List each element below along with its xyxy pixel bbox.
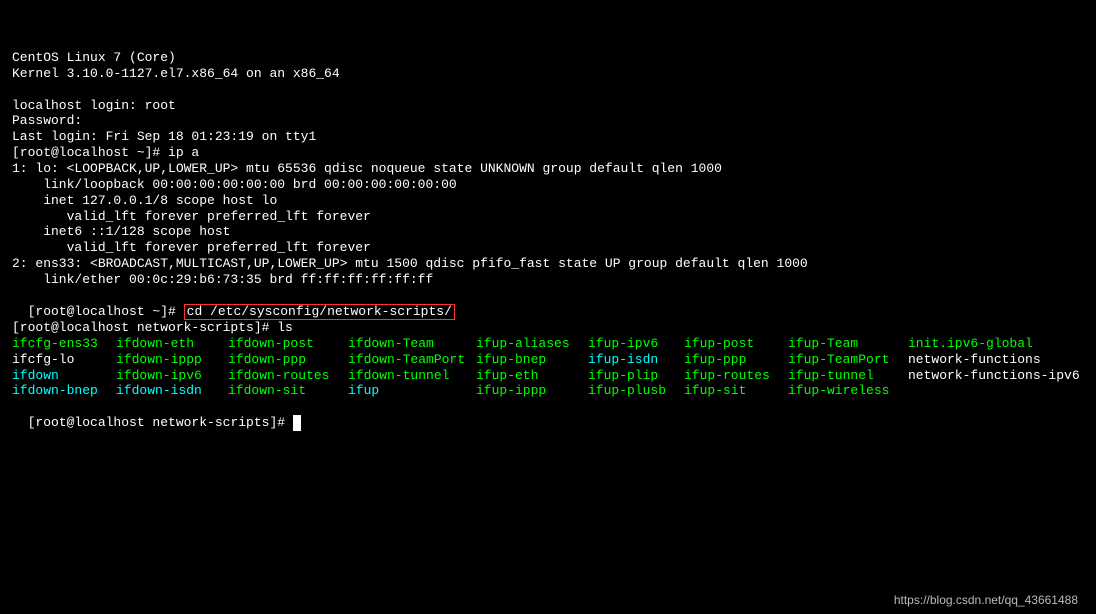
ipa-output: inet6 ::1/128 scope host <box>12 224 1084 240</box>
cursor-icon: _ <box>293 415 301 431</box>
file-entry: ifdown <box>12 368 116 384</box>
command-ls: [root@localhost network-scripts]# ls <box>12 320 1084 336</box>
ls-output: ifcfg-ens33 ifdown-eth ifdown-post ifdow… <box>12 336 1084 399</box>
file-entry: ifdown-eth <box>116 336 228 352</box>
login-prompt: localhost login: root <box>12 98 1084 114</box>
command-ip-a: [root@localhost ~]# ip a <box>12 145 1084 161</box>
watermark-text: https://blog.csdn.net/qq_43661488 <box>894 593 1078 608</box>
ipa-output: link/loopback 00:00:00:00:00:00 brd 00:0… <box>12 177 1084 193</box>
file-entry: ifup-wireless <box>788 383 908 399</box>
file-entry: ifcfg-ens33 <box>12 336 116 352</box>
file-entry: ifup-tunnel <box>788 368 908 384</box>
ipa-output: 2: ens33: <BROADCAST,MULTICAST,UP,LOWER_… <box>12 256 1084 272</box>
blank-line <box>12 82 1084 98</box>
ipa-output: valid_lft forever preferred_lft forever <box>12 209 1084 225</box>
file-entry: ifup-plip <box>588 368 684 384</box>
file-entry: ifup-TeamPort <box>788 352 908 368</box>
file-entry: ifup-ipv6 <box>588 336 684 352</box>
last-login: Last login: Fri Sep 18 01:23:19 on tty1 <box>12 129 1084 145</box>
file-entry: ifup-eth <box>476 368 588 384</box>
prompt-text: [root@localhost ~]# <box>28 304 184 319</box>
file-entry: ifdown-ipv6 <box>116 368 228 384</box>
file-entry: ifdown-post <box>228 336 348 352</box>
file-entry: ifdown-isdn <box>116 383 228 399</box>
file-entry: ifdown-tunnel <box>348 368 476 384</box>
file-entry: ifup-aliases <box>476 336 588 352</box>
ipa-output: link/ether 00:0c:29:b6:73:35 brd ff:ff:f… <box>12 272 1084 288</box>
file-entry: ifdown-ippp <box>116 352 228 368</box>
file-entry: ifcfg-lo <box>12 352 116 368</box>
file-entry: ifup-bnep <box>476 352 588 368</box>
ipa-output: inet 127.0.0.1/8 scope host lo <box>12 193 1084 209</box>
active-prompt[interactable]: [root@localhost network-scripts]# _ <box>12 399 1084 431</box>
file-entry: ifup-plusb <box>588 383 684 399</box>
file-entry <box>908 383 1088 399</box>
file-entry: ifup-Team <box>788 336 908 352</box>
prompt-text: [root@localhost network-scripts]# <box>28 415 293 430</box>
file-entry: ifup-ippp <box>476 383 588 399</box>
file-entry: ifup <box>348 383 476 399</box>
file-entry: ifdown-bnep <box>12 383 116 399</box>
ipa-output: 1: lo: <LOOPBACK,UP,LOWER_UP> mtu 65536 … <box>12 161 1084 177</box>
file-entry: ifdown-TeamPort <box>348 352 476 368</box>
os-banner: CentOS Linux 7 (Core) <box>12 50 1084 66</box>
file-entry: ifup-post <box>684 336 788 352</box>
password-prompt: Password: <box>12 113 1084 129</box>
file-entry: ifup-ppp <box>684 352 788 368</box>
file-entry: ifdown-sit <box>228 383 348 399</box>
highlighted-command: cd /etc/sysconfig/network-scripts/ <box>184 304 455 320</box>
command-cd: [root@localhost ~]# cd /etc/sysconfig/ne… <box>12 288 1084 320</box>
file-entry: ifup-routes <box>684 368 788 384</box>
file-entry: init.ipv6-global <box>908 336 1088 352</box>
file-entry: ifup-sit <box>684 383 788 399</box>
file-entry: ifdown-Team <box>348 336 476 352</box>
kernel-banner: Kernel 3.10.0-1127.el7.x86_64 on an x86_… <box>12 66 1084 82</box>
file-entry: network-functions-ipv6 <box>908 368 1088 384</box>
ipa-output: valid_lft forever preferred_lft forever <box>12 240 1084 256</box>
file-entry: ifdown-ppp <box>228 352 348 368</box>
file-entry: ifup-isdn <box>588 352 684 368</box>
file-entry: network-functions <box>908 352 1088 368</box>
file-entry: ifdown-routes <box>228 368 348 384</box>
